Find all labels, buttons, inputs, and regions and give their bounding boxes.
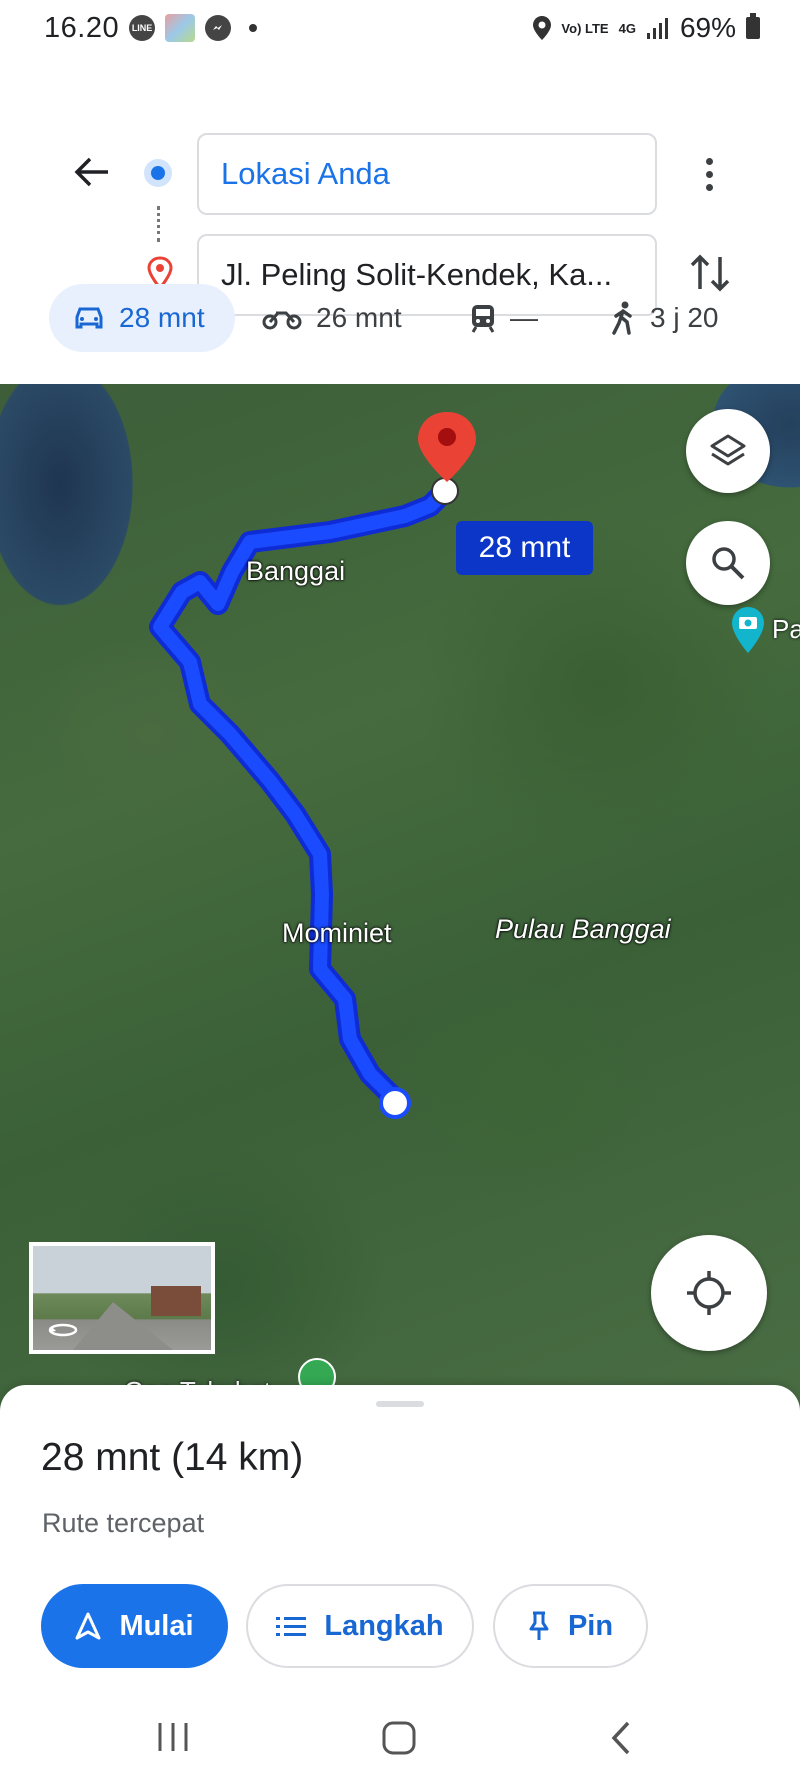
route-connector <box>157 206 160 242</box>
directions-header: Lokasi Anda Jl. Peling Solit-Kendek, Ka.… <box>0 56 800 316</box>
start-navigation-button[interactable]: Mulai <box>41 1584 228 1668</box>
battery-percent: 69% <box>679 12 736 43</box>
line-icon: LINE <box>129 15 156 41</box>
pin-button[interactable]: Pin <box>493 1584 648 1668</box>
battery-icon <box>746 13 760 39</box>
dot-icon <box>705 157 713 165</box>
street-view-house <box>151 1286 201 1316</box>
map-label-banggai: Banggai <box>246 556 346 586</box>
mode-motorcycle[interactable]: 26 mnt <box>262 284 402 352</box>
travel-mode-tabs: 28 mnt 26 mnt — 3 j 20 <box>0 284 800 352</box>
origin-dot-icon <box>144 159 172 187</box>
mode-walk[interactable]: 3 j 20 <box>610 284 719 352</box>
map-view[interactable]: Banggai Mominiet Pulau Banggai 28 mnt Pa… <box>0 384 800 1414</box>
motorcycle-icon <box>262 311 302 330</box>
route-summary: 28 mnt (14 km) <box>41 1436 304 1479</box>
arrow-back-icon <box>74 157 108 187</box>
map-search-button[interactable] <box>686 521 770 605</box>
poi-label-partial: Pa <box>772 614 800 644</box>
mode-transit[interactable]: — <box>470 284 538 352</box>
gallery-icon <box>165 14 196 42</box>
mode-car-label: 28 mnt <box>119 302 205 333</box>
search-icon <box>712 547 745 580</box>
map-label-pulau-banggai: Pulau Banggai <box>495 914 671 944</box>
car-icon <box>75 307 103 329</box>
eta-chip[interactable]: 28 mnt <box>456 521 593 575</box>
back-nav-icon[interactable] <box>608 1720 634 1756</box>
location-icon <box>533 16 552 40</box>
start-label: Mulai <box>119 1609 194 1642</box>
map-label-mominiet: Mominiet <box>282 918 392 948</box>
walk-icon <box>612 301 632 335</box>
volte-label: Vo) LTE <box>561 20 609 36</box>
origin-input[interactable]: Lokasi Anda <box>197 133 657 215</box>
layers-icon <box>710 434 746 466</box>
photo-poi-icon[interactable] <box>730 605 766 655</box>
clock: 16.20 <box>44 11 120 44</box>
mode-transit-label: — <box>510 302 538 333</box>
list-icon <box>276 1617 307 1636</box>
signal-icon <box>646 18 668 39</box>
my-location-button[interactable] <box>651 1235 767 1351</box>
more-options-button[interactable] <box>694 152 724 196</box>
network-4g-label: 4G <box>618 20 636 36</box>
recent-apps-icon[interactable] <box>156 1720 190 1754</box>
steps-label: Langkah <box>324 1609 444 1642</box>
pushpin-icon <box>529 1611 549 1640</box>
layers-button[interactable] <box>686 409 770 493</box>
crosshair-icon <box>687 1271 731 1315</box>
dot-icon <box>705 183 713 191</box>
messenger-icon <box>205 15 232 41</box>
mode-car[interactable]: 28 mnt <box>49 284 235 352</box>
pin-label: Pin <box>567 1609 614 1642</box>
notification-dot-icon <box>249 24 258 32</box>
steps-button[interactable]: Langkah <box>246 1584 474 1668</box>
back-button[interactable] <box>66 146 118 198</box>
route-note: Rute tercepat <box>42 1508 205 1538</box>
status-bar: 16.20 LINE Vo) LTE 4G 69% <box>0 0 800 56</box>
train-icon <box>471 305 495 333</box>
mode-motorcycle-label: 26 mnt <box>316 302 402 333</box>
system-navigation-bar <box>0 1690 800 1784</box>
sheet-drag-handle[interactable] <box>376 1401 424 1407</box>
dot-icon <box>705 170 713 178</box>
street-view-rotate-icon <box>48 1323 78 1337</box>
home-icon[interactable] <box>381 1720 417 1756</box>
mode-walk-label: 3 j 20 <box>650 302 719 333</box>
street-view-thumbnail[interactable] <box>29 1242 215 1354</box>
navigation-arrow-icon <box>75 1612 101 1640</box>
